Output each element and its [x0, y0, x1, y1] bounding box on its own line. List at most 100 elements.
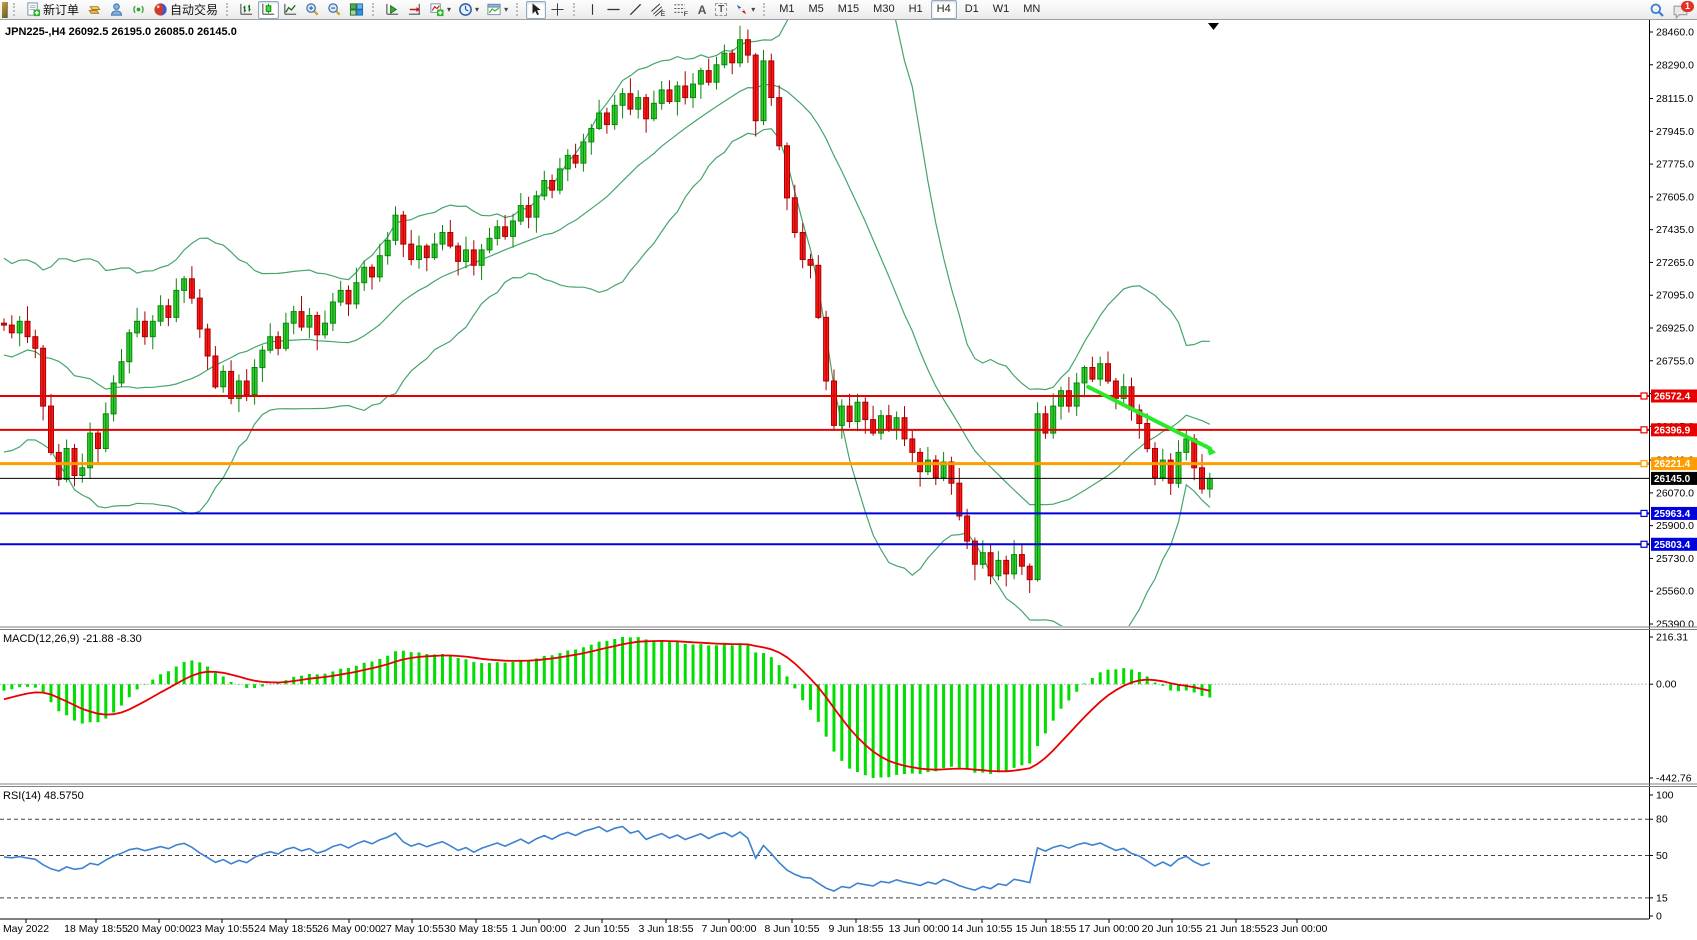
line-chart-icon [283, 2, 298, 17]
toolbar-grip[interactable] [516, 3, 521, 16]
new-order-label: 新订单 [43, 1, 79, 18]
svg-text:80: 80 [1656, 814, 1668, 826]
search-icon [1649, 2, 1665, 18]
line-chart-button[interactable] [280, 1, 301, 19]
svg-text:15 Jun 18:55: 15 Jun 18:55 [1016, 923, 1077, 935]
tile-windows-icon [349, 2, 364, 17]
zoom-in-button[interactable] [302, 1, 323, 19]
svg-text:25390.0: 25390.0 [1656, 619, 1694, 631]
templates-button[interactable]: ▾ [483, 1, 511, 19]
svg-text:8 Jun 10:55: 8 Jun 10:55 [765, 923, 820, 935]
bar-chart-button[interactable] [236, 1, 257, 19]
templates-icon [486, 2, 502, 17]
svg-text:20 May 00:00: 20 May 00:00 [127, 923, 191, 935]
vertical-line-icon [586, 2, 599, 17]
chart-shift-icon [407, 2, 422, 17]
autotrading-label: 自动交易 [170, 1, 218, 18]
periods-button[interactable]: ▾ [455, 1, 482, 19]
svg-text:28290.0: 28290.0 [1656, 59, 1694, 71]
zoom-out-button[interactable] [324, 1, 345, 19]
svg-text:28460.0: 28460.0 [1656, 27, 1694, 39]
svg-text:18 May 18:55: 18 May 18:55 [64, 923, 128, 935]
new-order-icon [26, 2, 41, 17]
indicators-icon [429, 2, 445, 17]
autotrading-icon [153, 2, 168, 17]
svg-text:20 Jun 10:55: 20 Jun 10:55 [1142, 923, 1203, 935]
cursor-button[interactable] [526, 1, 546, 19]
toolbar-grip[interactable] [372, 3, 377, 16]
svg-text:24 May 18:55: 24 May 18:55 [254, 923, 318, 935]
svg-text:27265.0: 27265.0 [1656, 257, 1694, 269]
toolbar-grip[interactable] [763, 3, 768, 16]
chart-shift-button[interactable] [404, 1, 425, 19]
timeframe-d1[interactable]: D1 [959, 0, 985, 19]
svg-text:0.00: 0.00 [1656, 679, 1677, 691]
svg-text:50: 50 [1656, 850, 1668, 862]
timeframe-w1[interactable]: W1 [987, 0, 1016, 19]
equidistant-channel-button[interactable]: E [647, 1, 669, 19]
arrows-button[interactable]: ▾ [731, 1, 758, 19]
toolbar-grip[interactable] [226, 3, 231, 16]
svg-text:23 May 10:55: 23 May 10:55 [190, 923, 254, 935]
timeframe-m30[interactable]: M30 [867, 0, 900, 19]
svg-text:25803.4: 25803.4 [1654, 540, 1691, 551]
notifications-button[interactable]: 1 [1669, 1, 1695, 19]
svg-text:30 May 18:55: 30 May 18:55 [444, 923, 508, 935]
text-label-icon: T [715, 3, 727, 16]
crosshair-button[interactable] [547, 1, 568, 19]
timeframe-m15[interactable]: M15 [832, 0, 865, 19]
svg-text:25963.4: 25963.4 [1654, 509, 1691, 520]
text-label-button[interactable]: T [712, 1, 730, 19]
svg-text:May 2022: May 2022 [3, 923, 49, 935]
chart-canvas[interactable]: 28460.028290.028115.027945.027775.027605… [0, 20, 1697, 939]
text-button[interactable]: A [693, 1, 711, 19]
tile-windows-button[interactable] [346, 1, 367, 19]
svg-text:26145.0: 26145.0 [1654, 474, 1691, 485]
svg-text:27435.0: 27435.0 [1656, 224, 1694, 236]
svg-text:26572.4: 26572.4 [1654, 391, 1691, 402]
candlestick-icon [261, 2, 276, 17]
svg-text:2 Jun 10:55: 2 Jun 10:55 [575, 923, 630, 935]
navigator-button[interactable] [106, 1, 127, 19]
svg-text:-442.76: -442.76 [1656, 773, 1692, 785]
chart-area[interactable]: 28460.028290.028115.027945.027775.027605… [0, 20, 1697, 939]
toolbar-grip[interactable] [13, 3, 18, 16]
timeframe-m5[interactable]: M5 [802, 0, 829, 19]
zoom-in-icon [305, 2, 320, 17]
svg-text:25730.0: 25730.0 [1656, 553, 1694, 565]
timeframe-group: M1M5M15M30H1H4D1W1MN [773, 0, 1046, 19]
svg-text:100: 100 [1656, 790, 1674, 802]
new-order-button[interactable]: 新订单 [23, 1, 82, 19]
auto-scroll-button[interactable] [382, 1, 403, 19]
timeframe-h1[interactable]: H1 [903, 0, 929, 19]
svg-text:26925.0: 26925.0 [1656, 323, 1694, 335]
chevron-down-icon: ▾ [504, 5, 508, 14]
text-icon: A [698, 3, 707, 17]
candlestick-button[interactable] [258, 1, 279, 19]
svg-text:27945.0: 27945.0 [1656, 126, 1694, 138]
arrows-icon [734, 2, 749, 17]
horizontal-line-button[interactable] [603, 1, 624, 19]
svg-text:26396.9: 26396.9 [1654, 425, 1691, 436]
vertical-line-button[interactable] [583, 1, 602, 19]
fibonacci-icon: F [673, 2, 689, 17]
timeframe-m1[interactable]: M1 [773, 0, 800, 19]
zoom-out-icon [327, 2, 342, 17]
notification-badge: 1 [1681, 1, 1694, 12]
toolbar-grip[interactable] [573, 3, 578, 16]
signals-button[interactable] [128, 1, 149, 19]
trendline-button[interactable] [625, 1, 646, 19]
chevron-down-icon: ▾ [447, 5, 451, 14]
periods-icon [458, 2, 473, 17]
indicators-button[interactable]: ▾ [426, 1, 454, 19]
autotrading-button[interactable]: 自动交易 [150, 1, 221, 19]
timeframe-h4[interactable]: H4 [931, 0, 957, 19]
svg-text:26 May 00:00: 26 May 00:00 [317, 923, 381, 935]
macd-indicator-label: MACD(12,26,9) -21.88 -8.30 [3, 633, 142, 645]
search-button[interactable] [1646, 1, 1668, 19]
fibonacci-button[interactable]: F [670, 1, 692, 19]
svg-text:26070.0: 26070.0 [1656, 487, 1694, 499]
trendline-icon [628, 2, 643, 17]
market-watch-button[interactable] [83, 1, 105, 19]
timeframe-mn[interactable]: MN [1017, 0, 1046, 19]
